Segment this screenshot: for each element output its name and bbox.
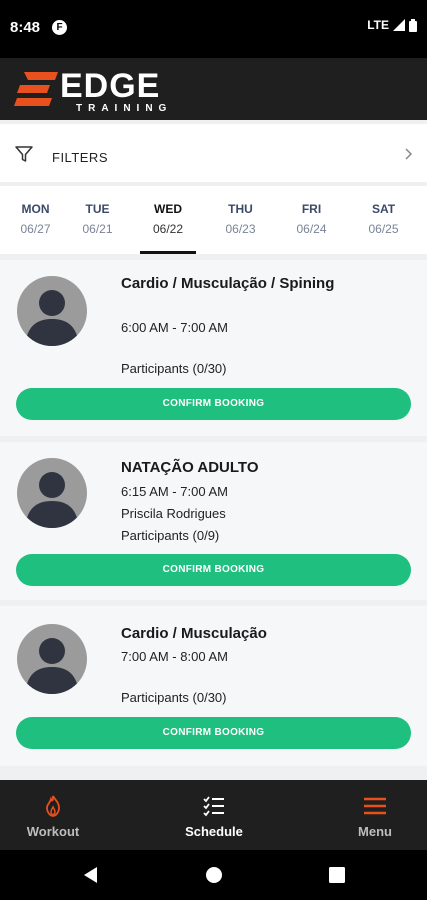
tab-workout[interactable]: Workout [0, 780, 108, 850]
person-icon [25, 290, 79, 346]
hamburger-icon [364, 797, 386, 815]
status-icons: LTE [367, 18, 417, 32]
class-time: 6:15 AM - 7:00 AM [121, 484, 228, 499]
class-title: Cardio / Musculação [121, 625, 267, 642]
class-time: 6:00 AM - 7:00 AM [121, 320, 228, 335]
day-name: WED [154, 202, 182, 216]
class-title: Cardio / Musculação / Spining [121, 275, 335, 292]
day-name: SAT [371, 202, 396, 216]
network-label: LTE [367, 18, 389, 32]
tab-label: Menu [358, 824, 392, 839]
class-participants: Participants (0/9) [121, 528, 220, 543]
filters-row[interactable]: FILTERS [0, 124, 427, 182]
avatar [17, 624, 87, 694]
day-date: 06/24 [296, 222, 327, 236]
day-tab-sat[interactable]: SAT 06/25 [348, 186, 419, 254]
back-icon[interactable] [80, 864, 102, 886]
avatar [17, 276, 87, 346]
day-tab-wed[interactable]: WED 06/22 [140, 186, 196, 254]
logo-main-text: EDGE [60, 67, 161, 105]
schedule-content: FILTERS MON 06/27 TUE 06/21 WED 06/22 TH… [0, 120, 427, 780]
status-bar: 8:48 F LTE [0, 0, 427, 58]
tab-label: Schedule [185, 824, 243, 839]
logo-mark-icon [14, 72, 58, 106]
signal-icon [393, 19, 405, 31]
edge-training-logo[interactable]: EDGE TRAINING [14, 66, 174, 114]
confirm-booking-button[interactable]: CONFIRM BOOKING [16, 388, 411, 420]
recents-icon[interactable] [326, 864, 348, 886]
day-date: 06/23 [225, 222, 256, 236]
chevron-right-icon [405, 148, 413, 160]
day-selector: MON 06/27 TUE 06/21 WED 06/22 THU 06/23 … [0, 186, 427, 254]
tab-label: Workout [26, 824, 80, 839]
class-card: NATAÇÃO ADULTO 6:15 AM - 7:00 AM Priscil… [0, 442, 427, 600]
day-name: MON [21, 202, 50, 216]
notification-app-icon: F [52, 20, 67, 35]
day-tab-thu[interactable]: THU 06/23 [205, 186, 276, 254]
filter-icon [15, 146, 33, 162]
class-participants: Participants (0/30) [121, 690, 227, 705]
day-name: THU [228, 202, 253, 216]
avatar [17, 458, 87, 528]
day-name: TUE [85, 202, 110, 216]
tab-schedule[interactable]: Schedule [159, 780, 269, 850]
bottom-tab-bar: Workout Schedule Menu [0, 780, 427, 850]
class-card: Cardio / Musculação 7:00 AM - 8:00 AM Pa… [0, 606, 427, 766]
day-tab-tue[interactable]: TUE 06/21 [62, 186, 133, 254]
class-participants: Participants (0/30) [121, 361, 227, 376]
class-title: NATAÇÃO ADULTO [121, 459, 259, 476]
day-tab-fri[interactable]: FRI 06/24 [276, 186, 347, 254]
home-icon[interactable] [203, 864, 225, 886]
flame-icon [46, 795, 60, 817]
status-time: 8:48 [10, 19, 41, 36]
day-tab-mon[interactable]: MON 06/27 [0, 186, 71, 254]
day-date: 06/22 [152, 222, 184, 236]
class-time: 7:00 AM - 8:00 AM [121, 649, 228, 664]
person-icon [25, 472, 79, 528]
filters-label: FILTERS [52, 150, 108, 165]
day-date: 06/25 [368, 222, 399, 236]
day-name: FRI [301, 202, 322, 216]
battery-icon [409, 18, 417, 32]
checklist-icon [203, 796, 224, 817]
person-icon [25, 638, 79, 694]
day-date: 06/21 [82, 222, 113, 236]
class-card: Cardio / Musculação / Spining 6:00 AM - … [0, 260, 427, 436]
app-header: EDGE TRAINING [0, 58, 427, 120]
class-instructor: Priscila Rodrigues [121, 506, 226, 521]
logo-sub-text: TRAINING [76, 103, 173, 114]
tab-menu[interactable]: Menu [320, 780, 427, 850]
confirm-booking-button[interactable]: CONFIRM BOOKING [16, 554, 411, 586]
confirm-booking-button[interactable]: CONFIRM BOOKING [16, 717, 411, 749]
day-date: 06/27 [20, 222, 51, 236]
system-nav-bar [0, 850, 427, 900]
